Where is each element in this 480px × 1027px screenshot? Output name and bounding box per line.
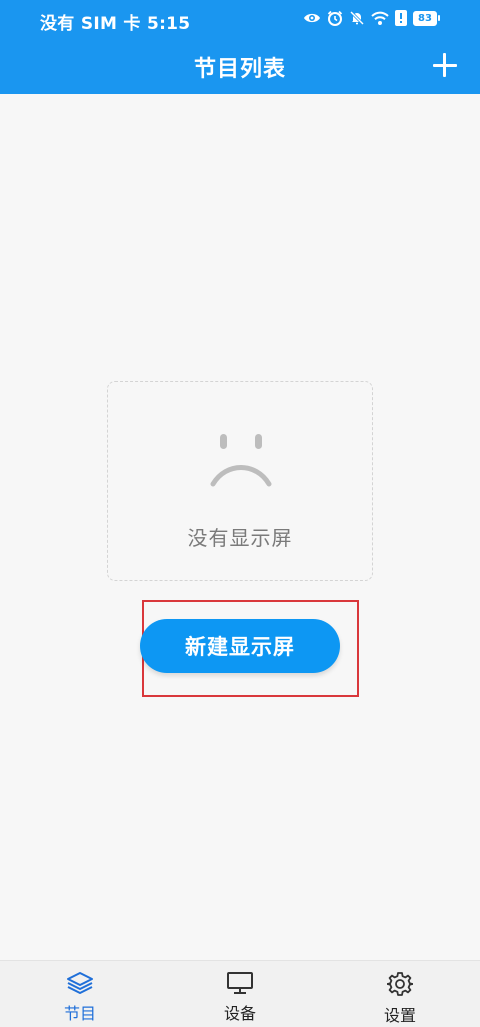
app-header: 没有 SIM 卡 5:15 83 节目列表 <box>0 0 480 94</box>
tab-devices[interactable]: 设备 <box>160 961 320 1027</box>
sad-face-icon <box>210 434 272 487</box>
tab-programs[interactable]: 节目 <box>0 961 160 1027</box>
empty-state-message: 没有显示屏 <box>187 526 293 550</box>
tab-settings-label: 设置 <box>383 1006 416 1025</box>
eye-icon <box>304 13 320 23</box>
create-display-button[interactable]: 新建显示屏 <box>140 619 340 673</box>
tab-devices-label: 设备 <box>223 1004 256 1023</box>
tab-settings[interactable]: 设置 <box>320 961 480 1027</box>
bottom-nav: 节目 设备 设置 <box>0 960 480 1027</box>
status-icons: 83 <box>303 8 440 28</box>
battery-icon: 83 <box>413 10 440 26</box>
layers-icon <box>67 972 93 994</box>
tab-programs-label: 节目 <box>63 1004 96 1023</box>
status-carrier-time: 没有 SIM 卡 5:15 <box>40 14 191 34</box>
gear-icon <box>387 972 413 996</box>
alarm-icon <box>327 10 343 26</box>
status-bar: 没有 SIM 卡 5:15 83 <box>0 0 480 38</box>
page-title: 节目列表 <box>193 57 286 82</box>
monitor-icon <box>227 972 253 994</box>
add-program-button[interactable] <box>430 50 460 80</box>
mute-bell-icon <box>349 10 365 26</box>
wifi-icon <box>371 11 389 25</box>
battery-level: 83 <box>413 10 437 26</box>
alert-icon <box>395 10 407 26</box>
empty-state-card: 没有显示屏 <box>107 381 373 581</box>
